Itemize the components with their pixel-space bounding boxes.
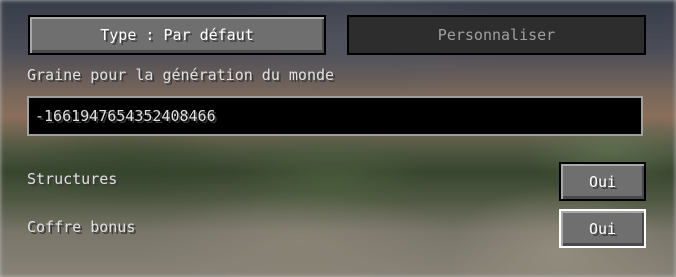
- seed-input[interactable]: -1661947654352408466: [27, 96, 643, 136]
- bonus-chest-toggle-label: Oui: [588, 219, 617, 238]
- customize-button[interactable]: Personnaliser: [347, 15, 646, 55]
- seed-input-value: -1661947654352408466: [35, 107, 216, 125]
- seed-label: Graine pour la génération du monde: [27, 66, 335, 84]
- bonus-chest-label: Coffre bonus: [27, 218, 136, 236]
- customize-button-label: Personnaliser: [437, 26, 556, 44]
- structures-label: Structures: [27, 170, 118, 188]
- bonus-chest-toggle-button[interactable]: Oui: [559, 209, 646, 248]
- structures-toggle-button[interactable]: Oui: [559, 162, 646, 201]
- world-type-button-label: Type : Par défaut: [100, 26, 254, 44]
- structures-toggle-label: Oui: [588, 172, 617, 191]
- world-type-button[interactable]: Type : Par défaut: [28, 15, 326, 55]
